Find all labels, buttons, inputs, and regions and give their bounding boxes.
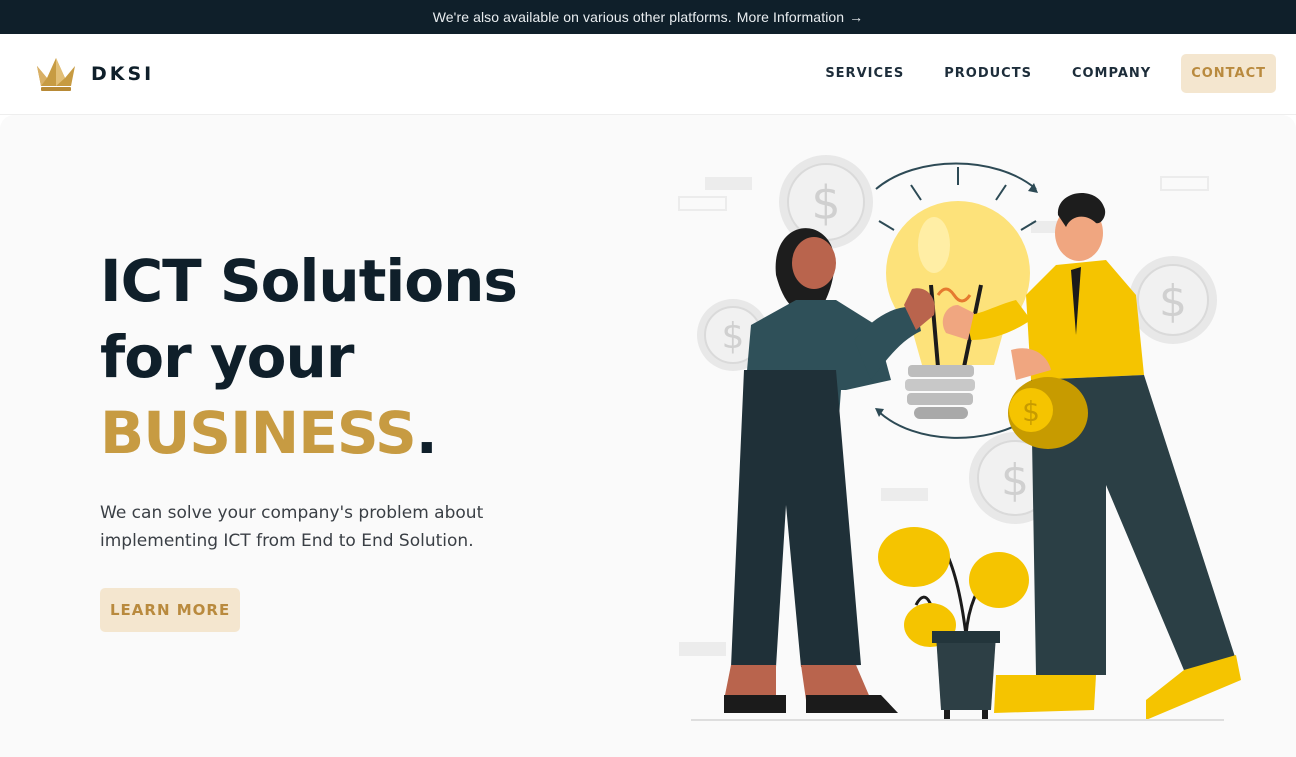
nav-item-products[interactable]: PRODUCTS (944, 66, 1032, 81)
hero-subtext: We can solve your company's problem abou… (100, 503, 484, 551)
lightbulb-icon (878, 167, 1037, 419)
svg-text:$: $ (1001, 455, 1029, 506)
brand-name: DKSI (91, 63, 155, 85)
nav-item-company[interactable]: COMPANY (1072, 66, 1151, 81)
headline-accent: BUSINESS (100, 399, 417, 467)
nav-item-services[interactable]: SERVICES (825, 66, 904, 81)
main-menu: SERVICES PRODUCTS COMPANY CONTACT (805, 54, 1276, 93)
hero-illustration: $ $ $ $ $ (678, 155, 1241, 721)
headline-dot: . (415, 399, 438, 467)
more-information-link[interactable]: More Information (737, 9, 844, 25)
announcement-bar: We're also available on various other pl… (0, 0, 1296, 34)
svg-text:$: $ (722, 316, 745, 357)
headline-line-1: ICT Solutions (100, 247, 518, 315)
cycle-arrow-icon (875, 162, 1037, 190)
svg-text:$: $ (811, 176, 840, 230)
hero-section: ICT Solutions for your BUSINESS. We can … (0, 115, 1296, 757)
headline-line-2: for your (100, 323, 354, 391)
svg-text:$: $ (1022, 395, 1040, 428)
announcement-text: We're also available on various other pl… (432, 9, 732, 25)
navbar: DKSI SERVICES PRODUCTS COMPANY CONTACT (0, 34, 1296, 115)
crown-icon (37, 58, 75, 91)
contact-button[interactable]: CONTACT (1181, 54, 1276, 93)
arrow-right-icon[interactable]: → (849, 9, 863, 25)
learn-more-button[interactable]: LEARN MORE (100, 588, 241, 632)
dollar-coin-icon: $ (1129, 256, 1217, 344)
brand-logo[interactable]: DKSI (35, 56, 154, 92)
hero-headline: ICT Solutions for your BUSINESS. (100, 243, 518, 471)
svg-text:$: $ (1159, 276, 1187, 327)
